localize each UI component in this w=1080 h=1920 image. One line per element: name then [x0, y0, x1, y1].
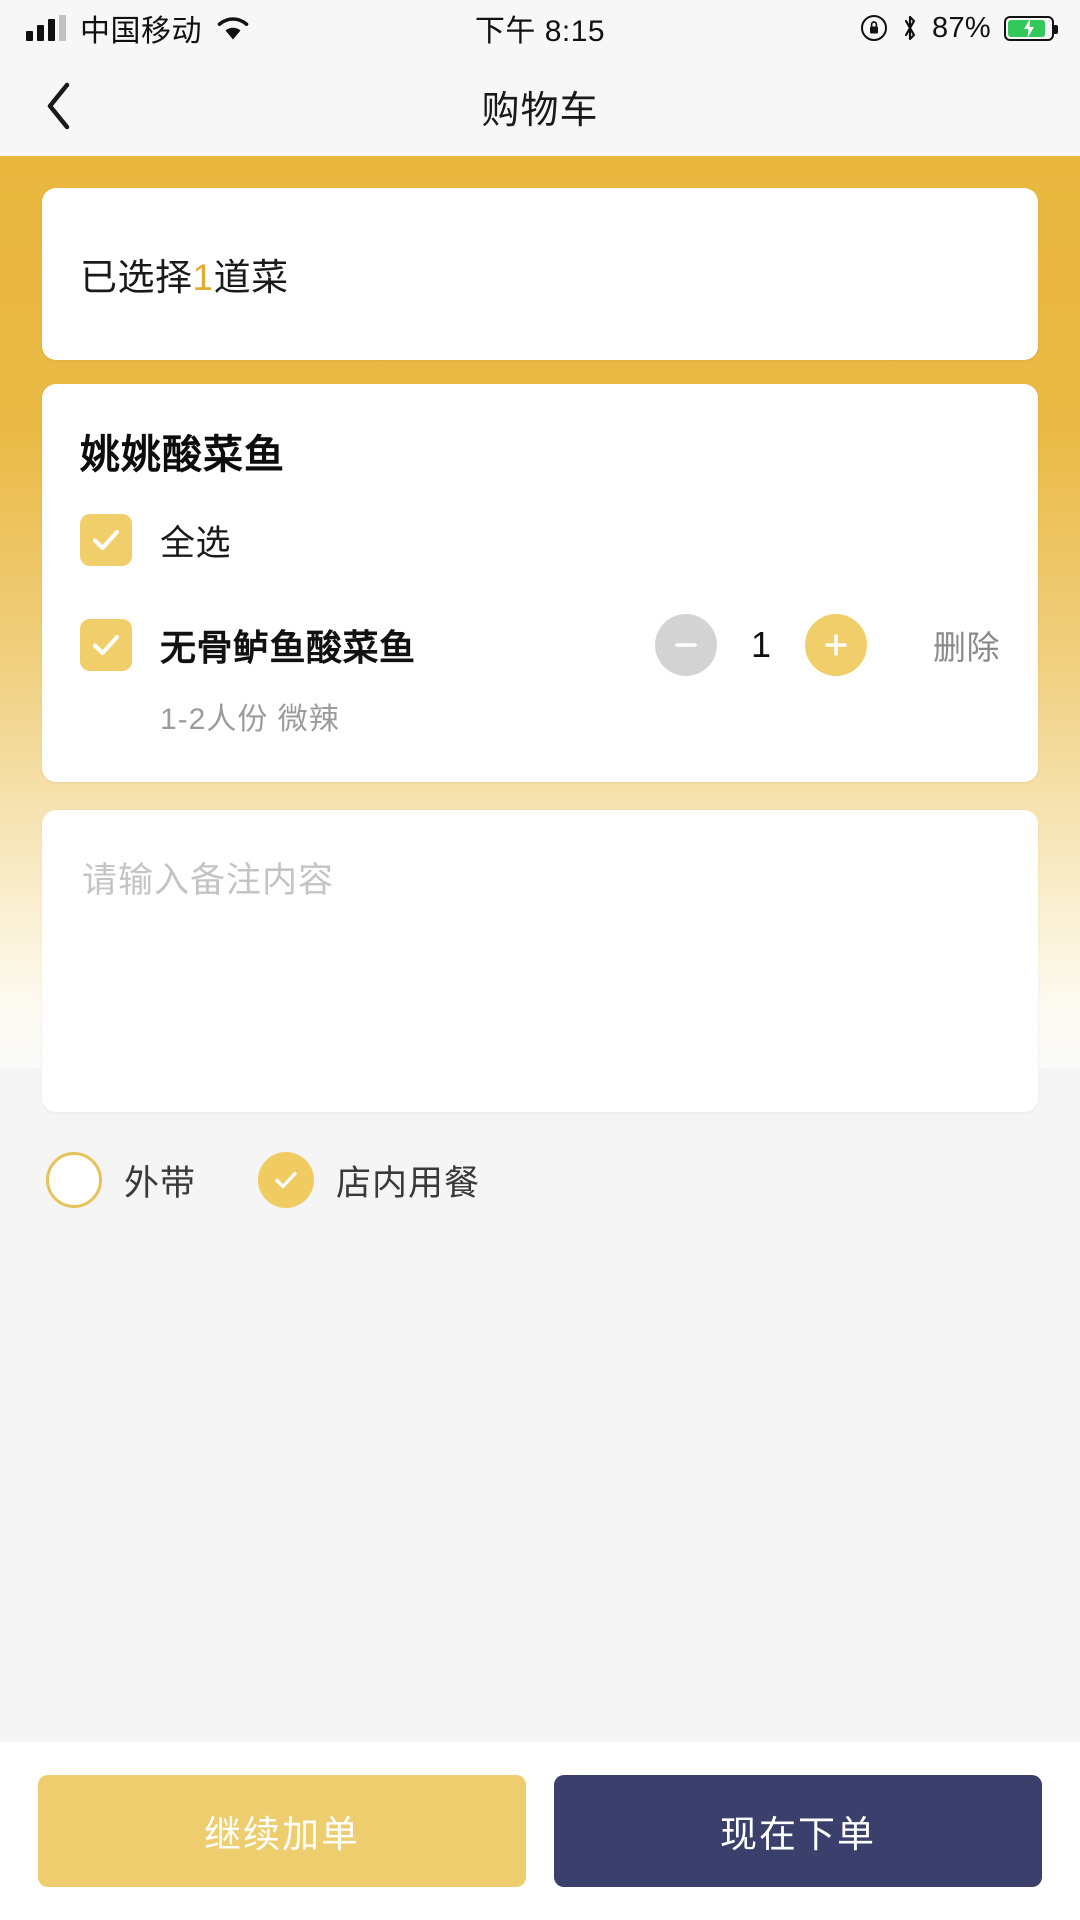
bluetooth-icon [901, 14, 919, 42]
select-all-label: 全选 [160, 523, 232, 563]
dining-option-dinein-label: 店内用餐 [336, 1163, 481, 1203]
place-order-button[interactable]: 现在下单 [554, 1775, 1042, 1887]
summary-suffix: 道菜 [213, 257, 289, 298]
page-title: 购物车 [481, 89, 599, 132]
status-bar-left: 中国移动 [26, 6, 250, 50]
order-notes-input[interactable]: 请输入备注内容 [42, 810, 1038, 1112]
select-all-row[interactable]: 全选 [80, 514, 1000, 566]
order-notes-placeholder: 请输入备注内容 [82, 861, 335, 900]
status-bar: 中国移动 下午 8:15 87% [0, 0, 1080, 56]
shop-card: 姚姚酸菜鱼 全选 无骨鲈鱼酸菜鱼 1 删除 1-2人份 微辣 [42, 384, 1038, 782]
carrier-label: 中国移动 [80, 15, 202, 48]
battery-charging-icon [1004, 15, 1058, 41]
minus-icon [675, 643, 697, 647]
plus-icon [825, 634, 847, 656]
dining-option-group: 外带 店内用餐 [42, 1152, 1038, 1208]
cart-item-row: 无骨鲈鱼酸菜鱼 1 删除 [80, 614, 1000, 676]
wifi-icon [216, 15, 250, 41]
item-name: 无骨鲈鱼酸菜鱼 [160, 627, 416, 668]
item-spec: 1-2人份 微辣 [160, 703, 340, 736]
continue-adding-button[interactable]: 继续加单 [38, 1775, 526, 1887]
quantity-stepper: 1 删除 [655, 614, 1000, 676]
rotation-lock-icon [860, 14, 888, 42]
signal-bars-icon [26, 15, 66, 41]
nav-bar: 购物车 [0, 56, 1080, 156]
select-all-checkbox[interactable] [80, 514, 132, 566]
status-bar-right: 87% [860, 11, 1058, 45]
dining-option-takeout[interactable]: 外带 [46, 1152, 196, 1208]
shop-name: 姚姚酸菜鱼 [80, 433, 285, 477]
radio-unselected-icon [46, 1152, 102, 1208]
cart-content: 已选择1道菜 姚姚酸菜鱼 全选 无骨鲈鱼酸菜鱼 1 删除 1-2人份 微辣 请输… [0, 188, 1080, 1208]
selection-summary-text: 已选择1道菜 [80, 247, 289, 301]
item-quantity: 1 [750, 624, 772, 665]
decrease-quantity-button[interactable] [655, 614, 717, 676]
check-icon [275, 1171, 297, 1189]
dining-option-takeout-label: 外带 [124, 1163, 197, 1203]
bottom-action-bar: 继续加单 现在下单 [0, 1742, 1080, 1920]
increase-quantity-button[interactable] [805, 614, 867, 676]
summary-count: 1 [192, 257, 214, 298]
chevron-left-icon [47, 82, 70, 130]
check-icon [92, 634, 120, 656]
item-checkbox[interactable] [80, 619, 132, 671]
back-button[interactable] [26, 74, 90, 138]
radio-selected-icon [258, 1152, 315, 1208]
battery-percent-label: 87% [932, 11, 991, 44]
summary-prefix: 已选择 [80, 257, 193, 298]
selection-summary-card: 已选择1道菜 [42, 188, 1038, 360]
check-icon [92, 529, 120, 551]
dining-option-dinein[interactable]: 店内用餐 [258, 1152, 480, 1208]
delete-item-button[interactable]: 删除 [933, 621, 1000, 669]
